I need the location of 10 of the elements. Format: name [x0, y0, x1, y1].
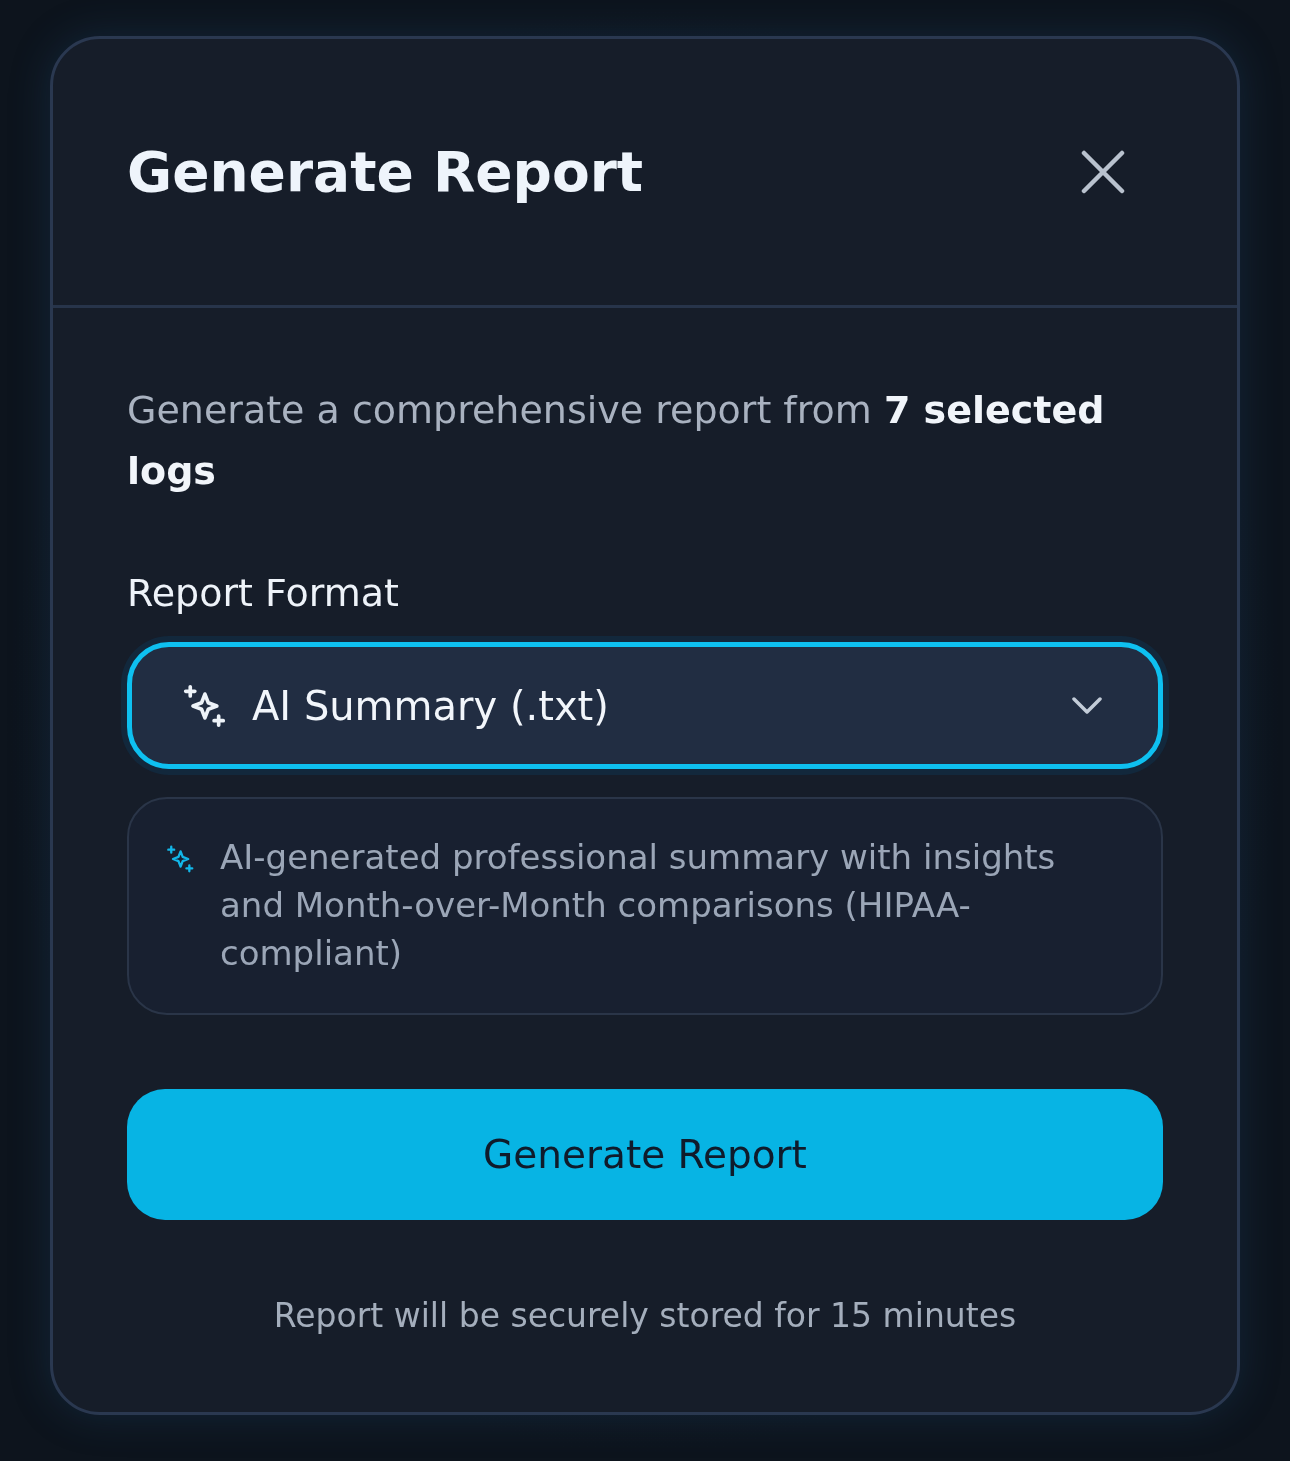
dialog-title: Generate Report: [127, 139, 644, 205]
generate-report-button[interactable]: Generate Report: [127, 1089, 1163, 1220]
format-description: AI-generated professional summary with insights and Month-over-Month comparisons (HIPAA-compliant): [220, 836, 1057, 975]
field-label: Report Format: [127, 570, 400, 617]
sparkles-icon: [166, 845, 194, 873]
sparkles-icon: [182, 683, 226, 728]
description-text: Generate a comprehensive report from 7 selected logs: [127, 387, 1106, 495]
close-icon: [1081, 150, 1125, 194]
chevron-down-icon: [1072, 697, 1102, 714]
storage-note: Report will be securely stored for 15 minutes: [272, 1295, 1018, 1337]
